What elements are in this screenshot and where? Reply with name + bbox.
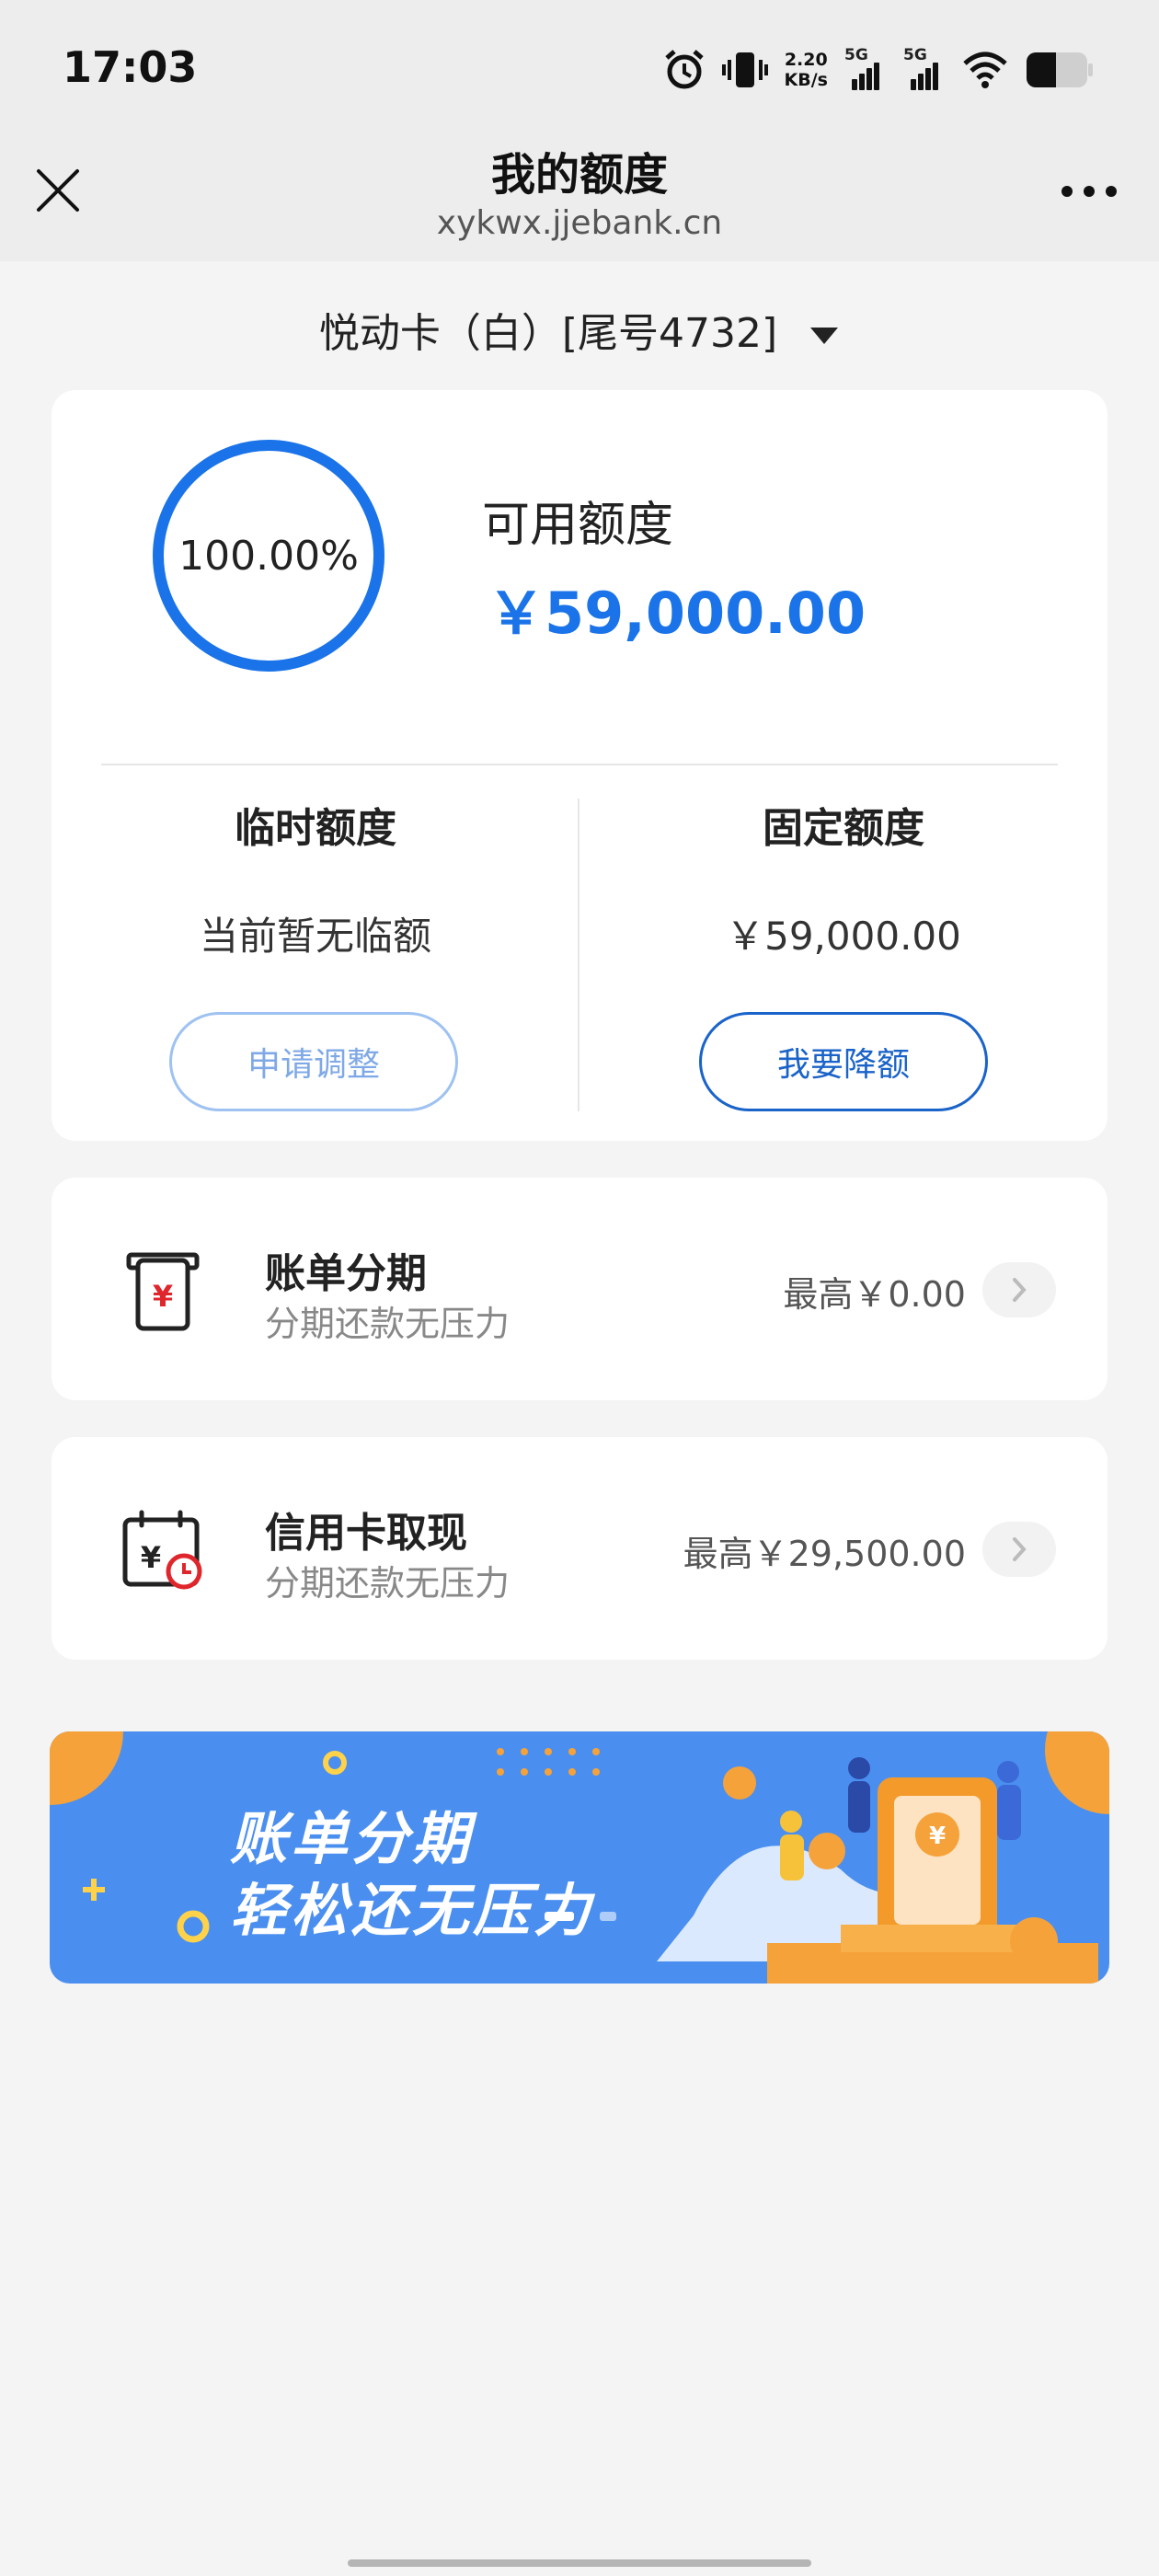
row-title: 账单分期 bbox=[265, 1250, 427, 1297]
speed-value: 2.20 bbox=[784, 50, 828, 70]
usage-percent: 100.00% bbox=[178, 532, 359, 580]
svg-text:¥: ¥ bbox=[929, 1823, 946, 1850]
bill-installment-row[interactable]: ¥ 账单分期 分期还款无压力 最高￥0.00 bbox=[52, 1178, 1107, 1400]
status-time: 17:03 bbox=[63, 42, 198, 92]
svg-text:¥: ¥ bbox=[141, 1540, 161, 1575]
page-url: xykwx.jjebank.cn bbox=[436, 204, 723, 242]
apply-adjust-button[interactable]: 申请调整 bbox=[169, 1012, 458, 1111]
signal-icon-sim2: 5G bbox=[903, 46, 946, 90]
cash-withdrawal-icon: ¥ bbox=[122, 1510, 202, 1590]
card-selector[interactable]: 悦动卡（白）[尾号4732] bbox=[0, 300, 1159, 359]
chevron-right-icon[interactable] bbox=[982, 1262, 1056, 1317]
available-label: 可用额度 bbox=[482, 498, 674, 553]
fixed-limit-title: 固定额度 bbox=[763, 805, 924, 852]
temp-limit-value: 当前暂无临额 bbox=[199, 914, 431, 959]
cash-withdrawal-row[interactable]: ¥ 信用卡取现 分期还款无压力 最高￥29,500.00 bbox=[52, 1437, 1107, 1660]
sim2-label: 5G bbox=[903, 46, 927, 64]
bill-installment-icon: ¥ bbox=[126, 1252, 200, 1331]
row-max-amount: 最高￥0.00 bbox=[783, 1274, 966, 1315]
status-bar: 17:03 2.20 KB/s 5G 5G bbox=[0, 0, 1159, 147]
alarm-icon bbox=[664, 50, 704, 89]
signal-icon-sim1: 5G bbox=[844, 46, 887, 90]
vibrate-icon bbox=[721, 52, 768, 87]
banner-subtitle: 轻松还无压力 bbox=[230, 1877, 595, 1944]
speed-unit: KB/s bbox=[784, 70, 828, 90]
available-value: ￥59,000.00 bbox=[488, 580, 866, 647]
status-icons: 2.20 KB/s 5G 5G bbox=[663, 42, 1095, 98]
card-selector-label: 悦动卡（白）[尾号4732] bbox=[318, 310, 778, 357]
reduce-limit-button[interactable]: 我要降额 bbox=[699, 1012, 988, 1111]
row-subtitle: 分期还款无压力 bbox=[265, 1563, 511, 1604]
home-indicator bbox=[348, 2559, 811, 2567]
dropdown-triangle-icon bbox=[810, 328, 839, 344]
row-max-amount: 最高￥29,500.00 bbox=[683, 1534, 966, 1574]
row-title: 信用卡取现 bbox=[265, 1510, 467, 1557]
temp-limit-title: 临时额度 bbox=[235, 805, 396, 852]
banner-title: 账单分期 bbox=[230, 1805, 474, 1872]
network-speed: 2.20 KB/s bbox=[785, 50, 828, 90]
fixed-limit-value: ￥59,000.00 bbox=[726, 914, 961, 959]
more-icon[interactable] bbox=[1060, 180, 1119, 202]
page-title: 我的额度 bbox=[490, 149, 668, 201]
row-subtitle: 分期还款无压力 bbox=[265, 1304, 511, 1344]
chevron-right-icon[interactable] bbox=[982, 1522, 1056, 1577]
battery-icon bbox=[1027, 52, 1093, 87]
sim1-label: 5G bbox=[844, 46, 868, 64]
svg-text:¥: ¥ bbox=[153, 1279, 173, 1314]
promo-banner[interactable]: ¥ 账单分期 轻松还无压力 bbox=[50, 1731, 1109, 1984]
wifi-icon bbox=[963, 52, 1007, 88]
divider bbox=[101, 764, 1058, 765]
credit-limit-card: 100.00% 可用额度 ￥59,000.00 临时额度 当前暂无临额 申请调整… bbox=[52, 390, 1107, 1141]
